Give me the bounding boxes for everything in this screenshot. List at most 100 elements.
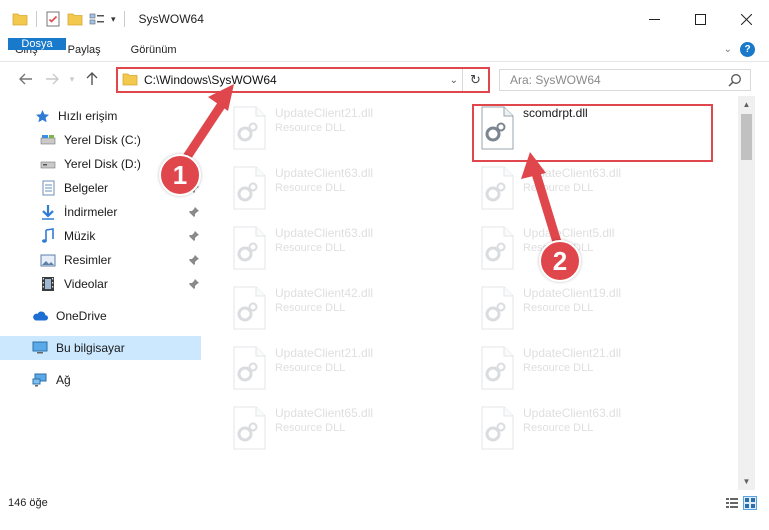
file-item[interactable]: UpdateClient63.dll Resource DLL [231,226,373,270]
scroll-up-icon[interactable]: ▲ [738,96,755,113]
pin-icon[interactable] [189,254,199,268]
drive-d-icon [40,156,56,172]
file-item[interactable]: UpdateClient21.dll Resource DLL [479,346,621,390]
address-dropdown-icon[interactable]: ⌄ [450,75,458,86]
sidebar-item-onedrive[interactable]: OneDrive [32,304,107,328]
sidebar-item-this-pc[interactable]: Bu bilgisayar [0,336,201,360]
sidebar-item-label: OneDrive [56,309,107,323]
up-arrow-icon[interactable] [79,72,105,86]
file-name: UpdateClient42.dll [275,286,374,300]
sidebar-item-quick-access[interactable]: Hızlı erişim [34,104,117,128]
dll-file-icon [231,226,267,270]
toolbar-dropdown-icon[interactable]: ▾ [111,14,116,25]
sidebar-item-label: Müzik [64,229,96,243]
file-item[interactable]: UpdateClient65.dll Resource DLL [231,406,373,450]
file-name: UpdateClient21.dll [275,346,374,360]
file-type: Resource DLL [275,422,346,434]
sidebar-item-downloads[interactable]: İndirmeler [40,200,210,224]
properties-icon[interactable] [45,11,61,27]
file-type: Resource DLL [523,362,594,374]
sidebar-item-label: Yerel Disk (D:) [64,157,141,171]
dll-file-icon [479,226,515,270]
sidebar-item-label: Hızlı erişim [58,109,118,123]
file-item[interactable]: UpdateClient63.dll Resource DLL [479,166,621,210]
ribbon-controls: ⌄ ? [724,42,755,57]
file-item[interactable]: UpdateClient21.dll Resource DLL [231,106,373,150]
vertical-scrollbar[interactable]: ▲ ▼ [738,96,755,490]
view-switcher [725,496,757,510]
file-name: UpdateClient63.dll [275,166,374,180]
file-name: UpdateClient63.dll [275,226,374,240]
tiles-view-icon[interactable] [743,496,757,510]
window-controls [631,0,769,38]
sidebar-item-pictures[interactable]: Resimler [40,248,210,272]
pin-icon[interactable] [189,206,199,220]
minimize-icon[interactable] [631,0,677,38]
address-bar[interactable]: C:\Windows\SysWOW64 ⌄ ↻ [116,67,490,93]
file-name: UpdateClient5.dll [523,226,615,240]
title-bar: ▾ SysWOW64 [0,0,769,38]
sidebar-item-label: Resimler [64,253,112,267]
file-type: Resource DLL [275,242,346,254]
pin-icon[interactable] [189,230,199,244]
sidebar-item-local-disk-c[interactable]: Yerel Disk (C:) [40,128,210,152]
file-item[interactable]: UpdateClient42.dll Resource DLL [231,286,373,330]
dll-file-icon [479,406,515,450]
drive-c-icon [40,132,56,148]
music-icon [40,228,56,244]
new-folder-icon[interactable] [67,11,83,27]
file-item[interactable]: UpdateClient63.dll Resource DLL [479,406,621,450]
item-count: 146 öğe [8,497,48,509]
sidebar-item-videos[interactable]: Videolar [40,272,210,296]
address-path[interactable]: C:\Windows\SysWOW64 [144,73,277,87]
window-title: SysWOW64 [138,12,204,26]
file-name: UpdateClient21.dll [275,106,374,120]
customize-toolbar-icon[interactable] [89,11,105,27]
file-item[interactable]: UpdateClient63.dll Resource DLL [231,166,373,210]
file-type: Resource DLL [275,302,346,314]
refresh-icon[interactable]: ↻ [462,69,488,91]
this-pc-icon [32,340,48,356]
file-type: Resource DLL [275,362,346,374]
scroll-down-icon[interactable]: ▼ [738,473,755,490]
dll-file-icon [231,346,267,390]
ribbon-tabs: Dosya Giriş Paylaş Görünüm ⌄ ? [0,38,769,62]
onedrive-icon [32,308,48,324]
maximize-icon[interactable] [677,0,723,38]
search-icon[interactable] [728,73,742,90]
network-icon [32,372,48,388]
sidebar-item-music[interactable]: Müzik [40,224,210,248]
close-icon[interactable] [723,0,769,38]
dll-file-icon [479,346,515,390]
file-type: Resource DLL [523,422,594,434]
expand-ribbon-icon[interactable]: ⌄ [724,44,732,55]
file-item[interactable]: UpdateClient19.dll Resource DLL [479,286,621,330]
dll-file-icon [479,166,515,210]
sidebar-item-label: Ağ [56,373,71,387]
sidebar-item-network[interactable]: Ağ [32,368,71,392]
step2-badge: 2 [539,240,581,282]
pin-icon[interactable] [189,278,199,292]
help-icon[interactable]: ? [740,42,755,57]
recent-locations-icon[interactable]: ▾ [65,74,79,85]
tab-view[interactable]: Görünüm [116,38,192,61]
scroll-thumb[interactable] [741,114,752,160]
file-name: UpdateClient21.dll [523,346,622,360]
quick-access-toolbar: ▾ [0,0,127,38]
sidebar-item-label: Belgeler [64,181,109,195]
toolbar-divider [36,11,37,27]
file-item[interactable]: UpdateClient21.dll Resource DLL [231,346,373,390]
file-name: UpdateClient19.dll [523,286,622,300]
status-bar: 146 öğe [0,490,769,530]
file-name: UpdateClient65.dll [275,406,374,420]
sidebar-item-label: Bu bilgisayar [56,341,125,355]
back-arrow-icon[interactable] [13,73,39,85]
file-type: Resource DLL [523,302,594,314]
sidebar-item-label: İndirmeler [64,205,118,219]
tab-file[interactable]: Dosya [8,38,66,50]
search-input[interactable]: Ara: SysWOW64 [499,69,751,91]
details-view-icon[interactable] [725,496,739,510]
forward-arrow-icon[interactable] [39,73,65,85]
folder-icon [12,11,28,27]
pictures-icon [40,252,56,268]
